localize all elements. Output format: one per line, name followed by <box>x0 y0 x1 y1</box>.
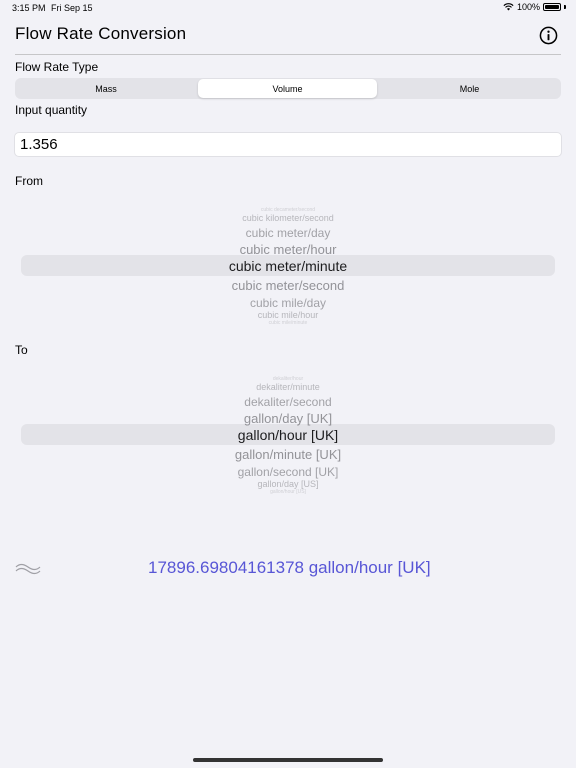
picker-row[interactable]: cubic meter/second <box>15 279 561 292</box>
status-bar: 3:15 PM Fri Sep 15 100% <box>0 0 576 18</box>
picker-row[interactable]: gallon/day [UK] <box>15 412 561 425</box>
from-unit-picker[interactable]: cubic decameter/second cubic kilometer/s… <box>15 200 561 330</box>
picker-row[interactable]: cubic meter/day <box>15 227 561 239</box>
picker-row[interactable]: cubic mile/hour <box>15 311 561 320</box>
picker-row-selected[interactable]: gallon/hour [UK] <box>15 428 561 442</box>
status-indicators: 100% <box>503 2 566 12</box>
conversion-result: 17896.69804161378 gallon/hour [UK] <box>148 558 431 577</box>
battery-tip <box>564 5 566 9</box>
home-indicator <box>193 758 383 762</box>
picker-row[interactable]: dekaliter/minute <box>15 383 561 392</box>
battery-icon <box>543 3 561 11</box>
approx-icon <box>15 563 41 575</box>
from-label: From <box>15 174 43 188</box>
picker-row[interactable]: gallon/hour [US] <box>15 490 561 495</box>
picker-row[interactable]: cubic mile/minute <box>15 321 561 326</box>
header-divider <box>15 54 561 55</box>
picker-row[interactable]: gallon/minute [UK] <box>15 448 561 461</box>
status-date: Fri Sep 15 <box>51 3 93 13</box>
picker-row[interactable]: gallon/day [US] <box>15 480 561 489</box>
to-label: To <box>15 343 28 357</box>
flow-type-segmented-control: Mass Volume Mole <box>15 78 561 99</box>
picker-row[interactable]: dekaliter/second <box>15 396 561 408</box>
wifi-icon <box>503 3 514 11</box>
flow-type-label: Flow Rate Type <box>15 60 99 74</box>
picker-row[interactable]: cubic meter/hour <box>15 243 561 256</box>
input-quantity-label: Input quantity <box>15 103 88 117</box>
picker-row[interactable]: cubic kilometer/second <box>15 214 561 223</box>
picker-row[interactable]: cubic mile/day <box>15 297 561 309</box>
picker-row-selected[interactable]: cubic meter/minute <box>15 259 561 273</box>
picker-row[interactable]: gallon/second [UK] <box>15 466 561 478</box>
segment-mole[interactable]: Mole <box>379 79 560 98</box>
battery-percent: 100% <box>516 2 540 12</box>
segment-volume[interactable]: Volume <box>198 79 377 98</box>
page-title: Flow Rate Conversion <box>15 24 187 43</box>
segment-mass[interactable]: Mass <box>16 79 196 98</box>
quantity-input[interactable] <box>14 132 562 157</box>
info-circle-icon[interactable] <box>539 26 558 45</box>
to-unit-picker[interactable]: dekaliter/hour dekaliter/minute dekalite… <box>15 369 561 499</box>
status-time: 3:15 PM <box>12 3 46 13</box>
